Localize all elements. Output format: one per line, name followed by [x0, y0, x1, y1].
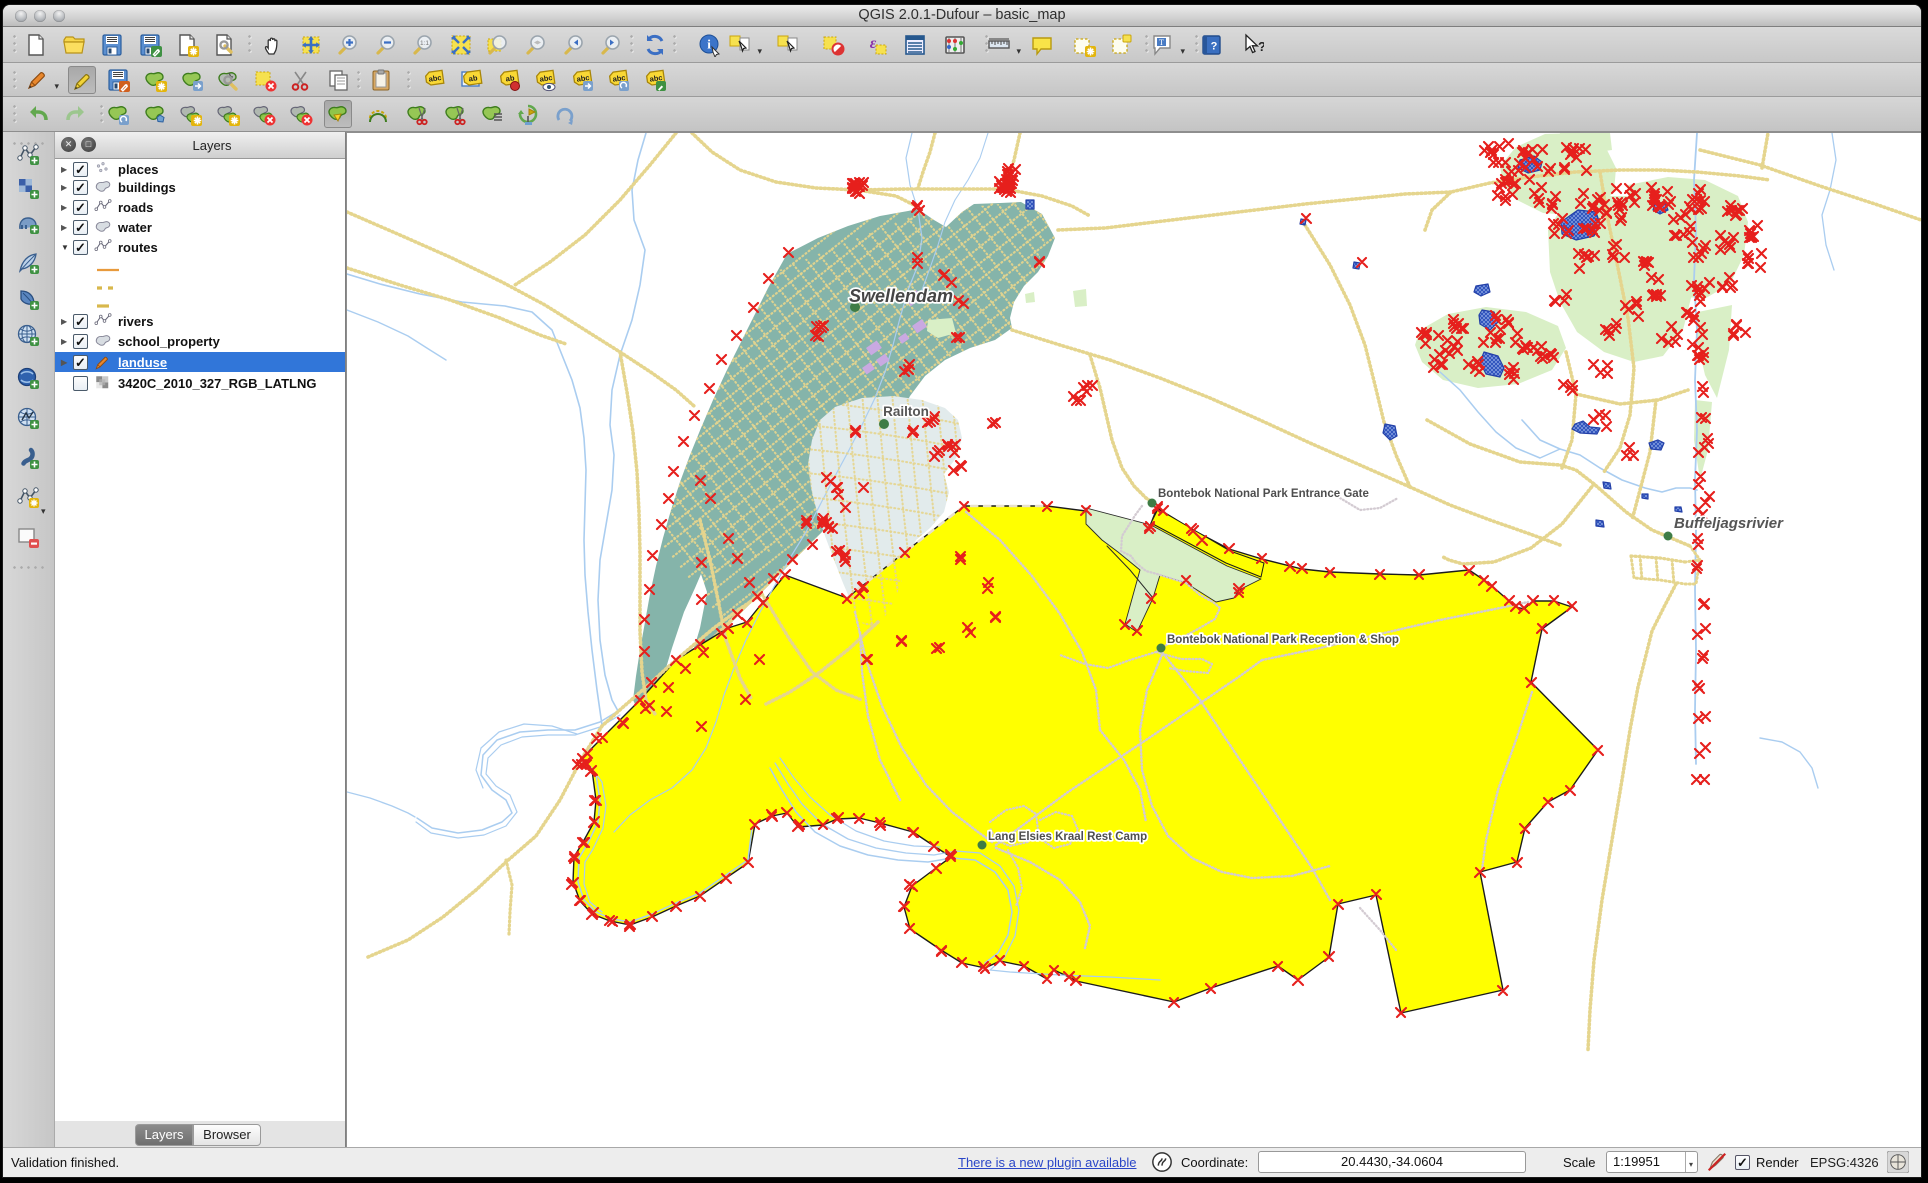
svg-text:i: i [707, 36, 711, 51]
svg-text:abc: abc [428, 72, 442, 83]
svg-text:?: ? [1211, 40, 1218, 52]
svg-text:ab: ab [468, 73, 478, 83]
svg-text:Buffeljagsrivier: Buffeljagsrivier [1674, 515, 1784, 532]
svg-text:Swellendam: Swellendam [849, 286, 953, 306]
svg-text:Bontebok National Park Entranc: Bontebok National Park Entrance Gate [1158, 488, 1369, 500]
svg-text:1:1: 1:1 [420, 40, 429, 47]
svg-text:?: ? [1258, 39, 1264, 54]
svg-text:T: T [1159, 38, 1164, 47]
svg-text:Bontebok National Park Recepti: Bontebok National Park Reception & Shop [1167, 634, 1399, 646]
svg-text:Railton: Railton [883, 404, 929, 419]
svg-text:abc: abc [539, 72, 553, 83]
svg-text:Lang Elsies Kraal Rest Camp: Lang Elsies Kraal Rest Camp [988, 831, 1147, 843]
